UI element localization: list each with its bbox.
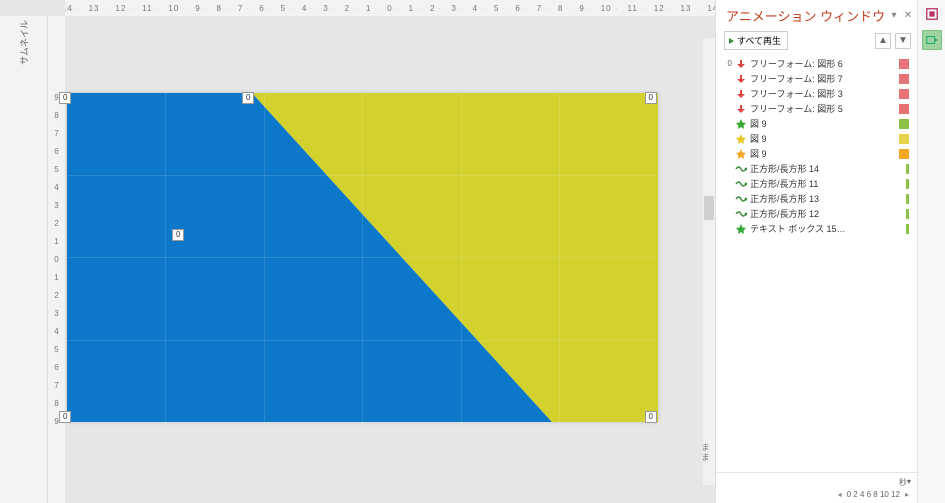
task-tab-format[interactable] (922, 4, 942, 24)
entrance-red-icon (735, 89, 747, 99)
animation-sequence: 0 (724, 59, 732, 68)
task-tab-animation[interactable] (922, 30, 942, 50)
timeline-scroll-right[interactable]: ▸ (903, 490, 911, 499)
animation-timing-bar[interactable] (906, 224, 909, 234)
animation-timing-bar[interactable] (899, 149, 909, 159)
emphasis-orange-icon (735, 149, 747, 159)
slide-canvas-area[interactable]: 0 0 0 0 0 0 まま (65, 16, 715, 503)
move-up-button[interactable]: ▲ (875, 33, 891, 49)
animation-item-label: テキスト ボックス 15… (750, 222, 903, 235)
animation-item-label: フリーフォーム: 図形 6 (750, 57, 896, 70)
animation-item[interactable]: フリーフォーム: 図形 7 (722, 71, 915, 86)
animation-item[interactable]: 0 フリーフォーム: 図形 6 (722, 56, 915, 71)
animation-item[interactable]: 図 9 (722, 116, 915, 131)
play-icon (729, 38, 734, 44)
position-marker: 0 (59, 411, 71, 423)
animation-timing-bar[interactable] (906, 194, 909, 204)
motion-green-icon (735, 164, 747, 174)
animation-pane: アニメーション ウィンドウ ▾ ✕ すべて再生 ▲ ▼ 0 フリーフォーム: 図形… (716, 0, 917, 503)
animation-timing-bar[interactable] (899, 119, 909, 129)
animation-item-label: フリーフォーム: 図形 7 (750, 72, 896, 85)
animation-item-label: 正方形/長方形 13 (750, 192, 903, 205)
animation-item[interactable]: 正方形/長方形 14 (722, 161, 915, 176)
position-marker: 0 (645, 411, 657, 423)
animation-item-label: 図 9 (750, 132, 896, 145)
scrollbar-thumb[interactable] (704, 196, 714, 220)
animation-item-label: 正方形/長方形 12 (750, 207, 903, 220)
move-down-button[interactable]: ▼ (895, 33, 911, 49)
slide[interactable]: 0 0 0 0 0 0 (67, 93, 658, 422)
animation-item-label: 図 9 (750, 117, 896, 130)
ruler-horizontal-track: 1615141312111098765432101234567891011121… (65, 4, 715, 13)
timeline-footer: 秒 ▾ ◂ 0 2 4 6 8 10 12 ▸ (716, 472, 917, 503)
animation-item[interactable]: フリーフォーム: 図形 3 (722, 86, 915, 101)
ruler-vertical: 9876543210123456789 (48, 16, 65, 503)
timeline-scroll-left[interactable]: ◂ (836, 490, 844, 499)
pane-close-button[interactable]: ✕ (903, 9, 913, 23)
animation-item[interactable]: 図 9 (722, 131, 915, 146)
timeline-scale[interactable]: ◂ 0 2 4 6 8 10 12 ▸ (722, 490, 911, 499)
thumbnail-panel[interactable]: サムネイル (0, 16, 48, 503)
animation-item[interactable]: 正方形/長方形 12 (722, 206, 915, 221)
pane-menu-button[interactable]: ▾ (889, 9, 899, 23)
play-all-label: すべて再生 (737, 34, 781, 47)
emphasis-green-icon (735, 224, 747, 234)
animation-item[interactable]: 正方形/長方形 13 (722, 191, 915, 206)
ruler-horizontal: 1615141312111098765432101234567891011121… (65, 0, 715, 16)
animation-item-label: フリーフォーム: 図形 5 (750, 102, 896, 115)
animation-list[interactable]: 0 フリーフォーム: 図形 6 フリーフォーム: 図形 7 フリーフォーム: 図形 3… (716, 56, 917, 472)
position-marker: 0 (59, 92, 71, 104)
vertical-scrollbar[interactable] (703, 38, 715, 485)
position-marker: 0 (645, 92, 657, 104)
animation-item-label: 正方形/長方形 11 (750, 177, 903, 190)
animation-timing-bar[interactable] (899, 104, 909, 114)
animation-item[interactable]: フリーフォーム: 図形 5 (722, 101, 915, 116)
animation-timing-bar[interactable] (906, 179, 909, 189)
motion-green-icon (735, 194, 747, 204)
freeform-shape-yellow[interactable] (67, 93, 658, 422)
right-column: アニメーション ウィンドウ ▾ ✕ すべて再生 ▲ ▼ 0 フリーフォーム: 図形… (715, 0, 945, 503)
timeline-unit-label: 秒 (899, 477, 907, 488)
task-pane-tabs (917, 0, 945, 503)
animation-timing-bar[interactable] (899, 59, 909, 69)
animation-timing-bar[interactable] (899, 74, 909, 84)
animation-item[interactable]: テキスト ボックス 15… (722, 221, 915, 236)
animation-timing-bar[interactable] (899, 89, 909, 99)
entrance-red-icon (735, 59, 747, 69)
animation-item[interactable]: 正方形/長方形 11 (722, 176, 915, 191)
animation-timing-bar[interactable] (899, 134, 909, 144)
motion-green-icon (735, 179, 747, 189)
thumbnail-panel-label: サムネイル (17, 20, 30, 65)
motion-green-icon (735, 209, 747, 219)
canvas-side-label: まま (700, 443, 711, 463)
animation-pane-title: アニメーション ウィンドウ (726, 6, 885, 25)
entrance-red-icon (735, 74, 747, 84)
animation-pane-toolbar: すべて再生 ▲ ▼ (716, 29, 917, 56)
animation-timing-bar[interactable] (906, 209, 909, 219)
animation-timing-bar[interactable] (906, 164, 909, 174)
timeline-ticks: 0 2 4 6 8 10 12 (847, 490, 900, 499)
animation-item-label: 正方形/長方形 14 (750, 162, 903, 175)
emphasis-green-icon (735, 119, 747, 129)
animation-pane-header: アニメーション ウィンドウ ▾ ✕ (716, 0, 917, 29)
animation-item-label: フリーフォーム: 図形 3 (750, 87, 896, 100)
position-marker: 0 (172, 229, 184, 241)
animation-item[interactable]: 図 9 (722, 146, 915, 161)
entrance-red-icon (735, 104, 747, 114)
play-all-button[interactable]: すべて再生 (724, 31, 788, 50)
animation-item-label: 図 9 (750, 147, 896, 160)
emphasis-yellow-icon (735, 134, 747, 144)
position-marker: 0 (242, 92, 254, 104)
